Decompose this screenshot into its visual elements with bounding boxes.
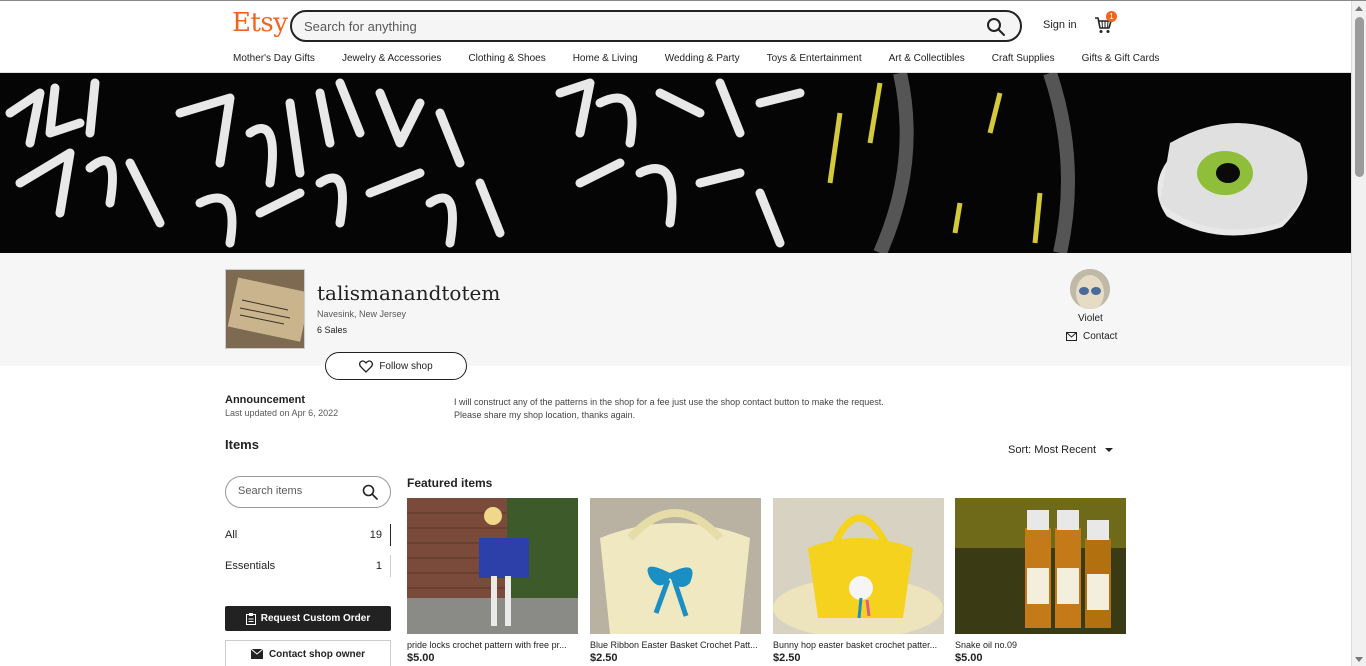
shop-location: Navesink, New Jersey bbox=[317, 309, 407, 319]
product-title[interactable]: Blue Ribbon Easter Basket Crochet Patt..… bbox=[590, 640, 761, 650]
product-card[interactable]: Bunny hop easter basket crochet patter..… bbox=[773, 498, 944, 664]
items-search-bar[interactable] bbox=[225, 476, 391, 508]
browser-viewport: Etsy Sign in 1 Mother's Day Gifts Jewelr… bbox=[0, 0, 1366, 666]
search-icon[interactable] bbox=[362, 484, 378, 500]
shop-banner-image bbox=[0, 73, 1351, 253]
category-label: All bbox=[225, 529, 238, 541]
site-header: Etsy Sign in 1 Mother's Day Gifts Jewelr… bbox=[0, 1, 1351, 73]
product-price: $5.00 bbox=[955, 652, 983, 664]
page-scrollbar[interactable] bbox=[1351, 1, 1366, 666]
nav-item-mothers-day[interactable]: Mother's Day Gifts bbox=[233, 53, 315, 64]
caret-down-icon bbox=[1105, 448, 1114, 452]
nav-item-jewelry[interactable]: Jewelry & Accessories bbox=[342, 53, 441, 64]
nav-item-toys[interactable]: Toys & Entertainment bbox=[767, 53, 862, 64]
announcement-line-1: I will construct any of the patterns in … bbox=[454, 397, 884, 407]
clipboard-icon bbox=[245, 612, 256, 625]
nav-item-art[interactable]: Art & Collectibles bbox=[889, 53, 965, 64]
cart-count-badge: 1 bbox=[1106, 11, 1117, 22]
product-image[interactable] bbox=[407, 498, 578, 634]
follow-label: Follow shop bbox=[379, 360, 433, 372]
announcement-date: Last updated on Apr 6, 2022 bbox=[225, 408, 339, 418]
mail-icon bbox=[250, 649, 263, 659]
product-image[interactable] bbox=[955, 498, 1126, 634]
owner-name[interactable]: Violet bbox=[1078, 313, 1103, 324]
heart-icon bbox=[359, 359, 374, 373]
etsy-logo[interactable]: Etsy bbox=[232, 8, 288, 38]
category-nav: Mother's Day Gifts Jewelry & Accessories… bbox=[233, 53, 1159, 64]
items-search-input[interactable] bbox=[238, 485, 358, 497]
category-count: 1 bbox=[375, 560, 382, 572]
product-price: $5.00 bbox=[407, 652, 435, 664]
nav-item-home[interactable]: Home & Living bbox=[573, 53, 638, 64]
nav-item-gifts[interactable]: Gifts & Gift Cards bbox=[1082, 53, 1160, 64]
announcement-title: Announcement bbox=[225, 394, 306, 406]
product-price: $2.50 bbox=[590, 652, 618, 664]
shop-info-section: talismanandtotem Navesink, New Jersey 6 … bbox=[0, 253, 1351, 366]
scrollbar-thumb[interactable] bbox=[1355, 17, 1364, 177]
follow-shop-button[interactable]: Follow shop bbox=[325, 352, 467, 380]
nav-item-clothing[interactable]: Clothing & Shoes bbox=[468, 53, 545, 64]
category-all[interactable]: All 19 bbox=[225, 524, 391, 546]
featured-items-heading: Featured items bbox=[407, 476, 493, 490]
request-label: Request Custom Order bbox=[260, 613, 371, 624]
owner-avatar[interactable] bbox=[1070, 269, 1110, 309]
nav-item-craft[interactable]: Craft Supplies bbox=[992, 53, 1055, 64]
items-heading: Items bbox=[225, 437, 259, 452]
search-input[interactable] bbox=[304, 17, 964, 35]
product-title[interactable]: pride locks crochet pattern with free pr… bbox=[407, 640, 578, 650]
product-image[interactable] bbox=[590, 498, 761, 634]
scroll-down-arrow-icon[interactable] bbox=[1355, 657, 1363, 662]
search-bar[interactable] bbox=[290, 10, 1022, 42]
product-card[interactable]: Blue Ribbon Easter Basket Crochet Patt..… bbox=[590, 498, 761, 664]
sign-in-link[interactable]: Sign in bbox=[1043, 19, 1077, 31]
search-icon[interactable] bbox=[986, 17, 1006, 37]
scroll-up-arrow-icon[interactable] bbox=[1355, 6, 1363, 11]
shop-name: talismanandtotem bbox=[317, 281, 501, 305]
request-custom-order-button[interactable]: Request Custom Order bbox=[225, 606, 391, 631]
category-count: 19 bbox=[369, 529, 382, 541]
shop-sales-count[interactable]: 6 Sales bbox=[317, 325, 347, 335]
category-essentials[interactable]: Essentials 1 bbox=[225, 555, 391, 577]
sort-label: Sort: Most Recent bbox=[1008, 444, 1097, 456]
product-title[interactable]: Snake oil no.09 bbox=[955, 640, 1126, 650]
product-image[interactable] bbox=[773, 498, 944, 634]
contact-owner-label: Contact shop owner bbox=[268, 648, 366, 660]
contact-label: Contact bbox=[1083, 331, 1118, 342]
contact-link[interactable]: Contact bbox=[1066, 331, 1117, 342]
announcement-line-2: Please share my shop location, thanks ag… bbox=[454, 410, 636, 420]
product-card[interactable]: pride locks crochet pattern with free pr… bbox=[407, 498, 578, 664]
sort-dropdown[interactable]: Sort: Most Recent bbox=[1008, 444, 1114, 456]
category-label: Essentials bbox=[225, 560, 276, 572]
nav-item-wedding[interactable]: Wedding & Party bbox=[665, 53, 740, 64]
product-card[interactable]: Snake oil no.09 $5.00 bbox=[955, 498, 1126, 664]
announcement-text: I will construct any of the patterns in … bbox=[454, 396, 954, 422]
shop-icon-image bbox=[225, 269, 305, 349]
product-title[interactable]: Bunny hop easter basket crochet patter..… bbox=[773, 640, 944, 650]
product-price: $2.50 bbox=[773, 652, 801, 664]
mail-icon bbox=[1066, 332, 1077, 341]
contact-shop-owner-button[interactable]: Contact shop owner bbox=[225, 640, 391, 666]
